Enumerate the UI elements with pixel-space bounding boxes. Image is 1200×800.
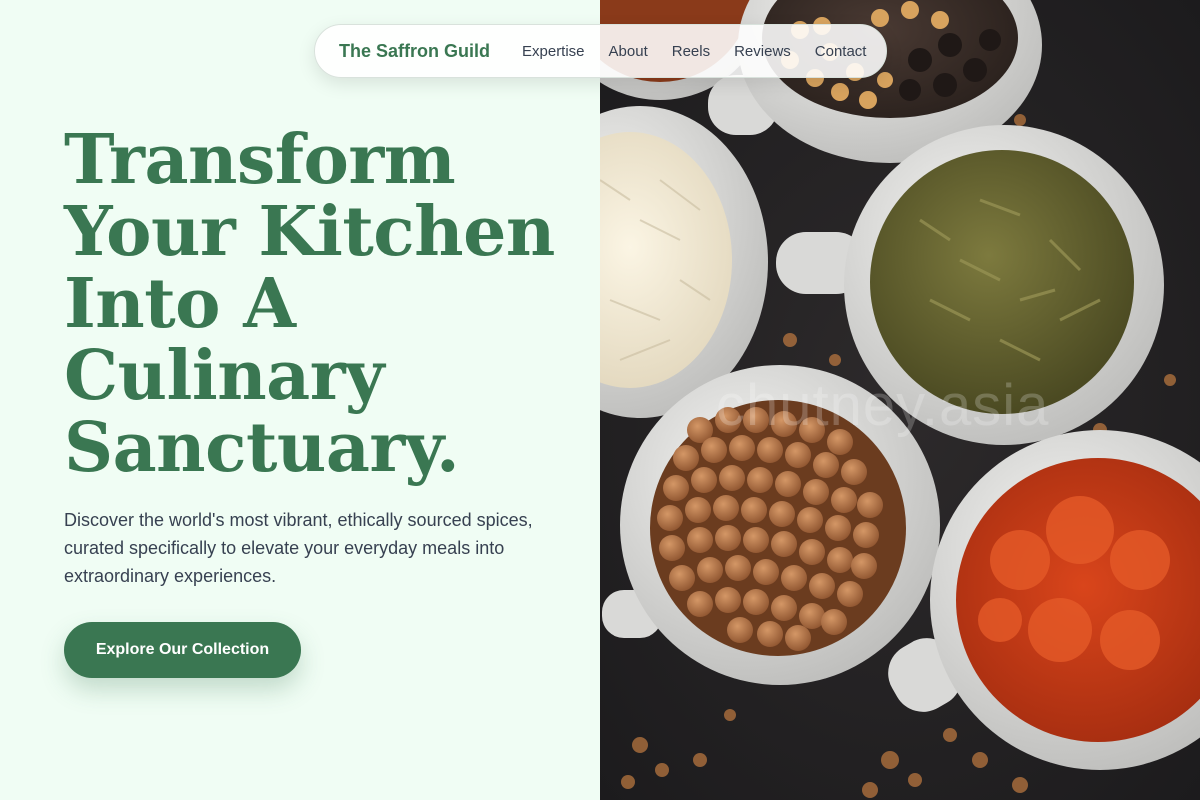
brand-logo-link[interactable]: The Saffron Guild <box>339 41 490 62</box>
explore-collection-button[interactable]: Explore Our Collection <box>64 622 301 678</box>
nav-link-expertise[interactable]: Expertise <box>522 43 585 60</box>
headline-line: Transform <box>64 120 456 200</box>
hero-subtext: Discover the world's most vibrant, ethic… <box>64 510 533 586</box>
headline-line: Culinary <box>64 336 385 416</box>
headline-line: Your Kitchen <box>64 192 555 272</box>
headline-line: Into A <box>64 264 296 344</box>
hero-left-panel: Transform Your Kitchen Into A Culinary S… <box>0 0 600 800</box>
nav-link-about[interactable]: About <box>609 43 648 60</box>
nav-link-reviews[interactable]: Reviews <box>734 43 791 60</box>
image-watermark: chutney.asia <box>716 373 1050 438</box>
top-navigation: The Saffron Guild Expertise About Reels … <box>314 24 887 78</box>
nav-links: Expertise About Reels Reviews Contact <box>522 43 866 60</box>
nav-link-reels[interactable]: Reels <box>672 43 710 60</box>
nav-link-contact[interactable]: Contact <box>815 43 867 60</box>
hero-headline: Transform Your Kitchen Into A Culinary S… <box>64 124 584 484</box>
headline-line: Sanctuary. <box>64 408 460 488</box>
